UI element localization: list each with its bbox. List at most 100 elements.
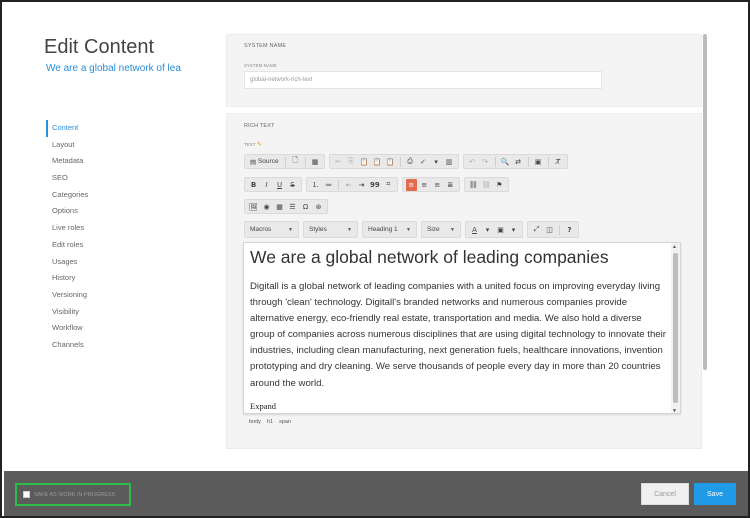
numbered-list-icon[interactable]: ⒈: [310, 179, 321, 191]
anchor-icon[interactable]: ⚑: [494, 179, 505, 191]
text-color-button[interactable]: A: [469, 224, 480, 236]
nav-item-categories[interactable]: Categories: [46, 187, 156, 204]
scroll-down-icon[interactable]: ▼: [672, 408, 677, 413]
undo-icon[interactable]: ↶: [467, 156, 478, 168]
background-color-dropdown-icon[interactable]: ▾: [508, 224, 519, 236]
path-item-h1[interactable]: h1: [267, 419, 273, 425]
flash-icon[interactable]: ◉: [261, 201, 272, 213]
text-label: TEXT: [244, 142, 256, 147]
page-title: Edit Content: [44, 36, 155, 58]
show-blocks-icon[interactable]: ◫: [544, 224, 555, 236]
find-icon[interactable]: 🔍: [500, 156, 511, 168]
editor-paragraph[interactable]: Digitall is a global network of leading …: [250, 279, 668, 392]
remove-format-icon[interactable]: T̸: [553, 156, 564, 168]
toolbar-group-insert: 🖼 ◉ ▦ ☰ Ω ⊛: [244, 199, 328, 214]
editor-scrollbar[interactable]: ▲ ▼: [671, 243, 680, 413]
wip-highlight: SAVE AS WORK IN PROGRESS: [15, 483, 131, 506]
link-icon[interactable]: ⛓: [468, 179, 479, 191]
system-name-panel: SYSTEM NAME SYSTEM NAME global-network-r…: [226, 34, 702, 107]
replace-icon[interactable]: ⇄: [513, 156, 524, 168]
align-justify-icon[interactable]: ≣: [445, 179, 456, 191]
create-div-icon[interactable]: ⌗: [383, 179, 394, 191]
nav-item-history[interactable]: History: [46, 270, 156, 287]
spellcheck-dropdown-icon[interactable]: ▾: [431, 156, 442, 168]
copy-icon[interactable]: ⎘: [346, 156, 357, 168]
paste-icon[interactable]: 📋: [359, 156, 370, 168]
chevron-down-icon: ▼: [406, 226, 411, 233]
toolbar-separator: [399, 156, 401, 167]
nav-item-live-roles[interactable]: Live roles: [46, 220, 156, 237]
text-color-dropdown-icon[interactable]: ▾: [482, 224, 493, 236]
redo-icon[interactable]: ↷: [480, 156, 491, 168]
align-center-icon[interactable]: ≡: [419, 179, 430, 191]
toolbar-group-document: ▤ Source 🗋 ▦: [244, 154, 325, 169]
nav-item-layout[interactable]: Layout: [46, 137, 156, 154]
toolbar-group-tools: ⤢ ◫ ?: [527, 221, 579, 238]
cut-icon[interactable]: ✂: [333, 156, 344, 168]
outdent-icon[interactable]: ⇤: [343, 179, 354, 191]
nav-item-metadata[interactable]: Metadata: [46, 153, 156, 170]
page-scrollbar[interactable]: [703, 34, 707, 370]
special-char-icon[interactable]: Ω: [300, 201, 311, 213]
toolbar-separator: [304, 156, 306, 167]
footer-bar: SAVE AS WORK IN PROGRESS Cancel Save: [4, 471, 748, 516]
wip-checkbox[interactable]: [23, 491, 30, 498]
bold-icon[interactable]: B: [248, 179, 259, 191]
size-dropdown[interactable]: Size ▼: [421, 221, 461, 238]
nav-item-workflow[interactable]: Workflow: [46, 320, 156, 337]
edit-content-window: Edit Content We are a global network of …: [0, 0, 750, 518]
align-right-icon[interactable]: ≡: [432, 179, 443, 191]
editor-heading[interactable]: We are a global network of leading compa…: [250, 247, 609, 268]
toolbar-group-clipboard: ✂ ⎘ 📋 📋 📋 ⎙ ✓ ▾ ▥: [328, 154, 459, 169]
path-item-body[interactable]: body: [249, 419, 261, 425]
preview-icon[interactable]: 🗋: [290, 156, 301, 168]
nav-item-channels[interactable]: Channels: [46, 337, 156, 354]
paste-word-icon[interactable]: 📋: [385, 156, 396, 168]
nav-item-content[interactable]: Content: [46, 120, 156, 137]
iframe-icon[interactable]: ⊛: [313, 201, 324, 213]
save-button[interactable]: Save: [694, 483, 736, 505]
background-color-icon[interactable]: ▣: [495, 224, 506, 236]
cancel-button[interactable]: Cancel: [641, 483, 689, 505]
strikethrough-icon[interactable]: S: [287, 179, 298, 191]
page-subtitle: We are a global network of lea: [46, 63, 181, 74]
nav-item-options[interactable]: Options: [46, 203, 156, 220]
path-item-span[interactable]: span: [279, 419, 291, 425]
image-icon[interactable]: 🖼: [248, 201, 259, 213]
styles-dropdown[interactable]: Styles ▼: [303, 221, 358, 238]
nav-item-edit-roles[interactable]: Edit roles: [46, 237, 156, 254]
nav-item-seo[interactable]: SEO: [46, 170, 156, 187]
format-dropdown[interactable]: Heading 1 ▼: [362, 221, 417, 238]
blockquote-icon[interactable]: 99: [369, 179, 381, 191]
select-all-icon[interactable]: ▣: [533, 156, 544, 168]
unlink-icon[interactable]: ⛓: [481, 179, 492, 191]
rich-text-section-label: RICH TEXT: [244, 123, 275, 129]
underline-icon[interactable]: U: [274, 179, 285, 191]
nav-item-visibility[interactable]: Visibility: [46, 304, 156, 321]
indent-icon[interactable]: ⇥: [356, 179, 367, 191]
expand-link[interactable]: Expand: [250, 401, 276, 411]
nav-item-versioning[interactable]: Versioning: [46, 287, 156, 304]
print-icon[interactable]: ⎙: [405, 156, 416, 168]
source-button[interactable]: ▤ Source: [248, 156, 281, 168]
horizontal-line-icon[interactable]: ☰: [287, 201, 298, 213]
page-break-icon[interactable]: ▥: [444, 156, 455, 168]
scroll-up-icon[interactable]: ▲: [672, 244, 677, 250]
templates-icon[interactable]: ▦: [310, 156, 321, 168]
rich-text-editor[interactable]: We are a global network of leading compa…: [243, 242, 681, 414]
table-icon[interactable]: ▦: [274, 201, 285, 213]
maximize-icon[interactable]: ⤢: [531, 224, 542, 236]
align-left-icon[interactable]: ≡: [405, 178, 417, 191]
paste-text-icon[interactable]: 📋: [372, 156, 383, 168]
toolbar-separator: [338, 179, 339, 190]
macros-dropdown[interactable]: Macros ▼: [244, 221, 299, 238]
wip-label[interactable]: SAVE AS WORK IN PROGRESS: [34, 492, 115, 498]
scroll-thumb[interactable]: [673, 253, 678, 403]
nav-item-usages[interactable]: Usages: [46, 254, 156, 271]
lock-icon: ✎: [256, 142, 262, 148]
italic-icon[interactable]: I: [261, 179, 272, 191]
system-name-input[interactable]: global-network-rich-text: [244, 71, 602, 89]
help-icon[interactable]: ?: [564, 224, 575, 236]
bulleted-list-icon[interactable]: ≔: [323, 179, 334, 191]
spellcheck-icon[interactable]: ✓: [418, 156, 429, 168]
